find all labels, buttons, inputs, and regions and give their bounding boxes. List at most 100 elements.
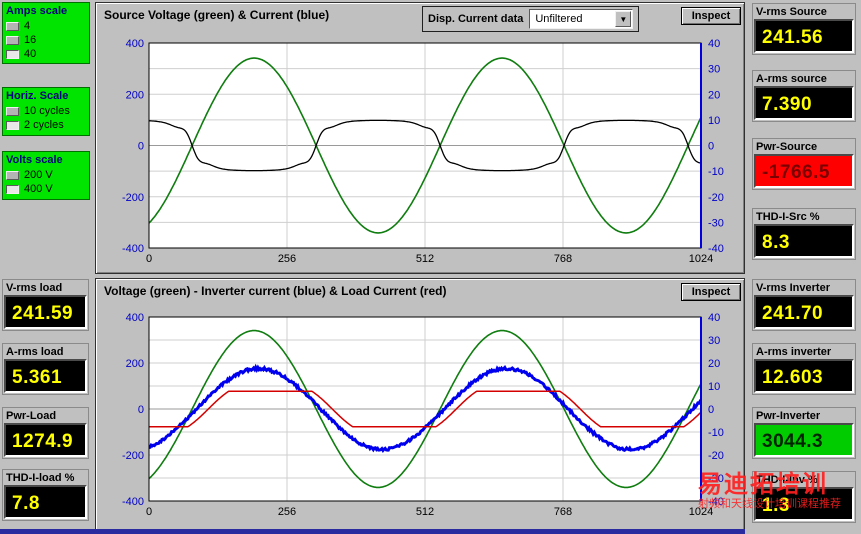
pwr-load-label: Pwr-Load <box>6 410 57 422</box>
svg-text:20: 20 <box>708 89 720 101</box>
v-rms-source-indicator: V-rms Source 241.56 <box>752 3 856 55</box>
thd-i-src-value: 8.3 <box>754 224 854 258</box>
inspect-inverter-button[interactable]: Inspect <box>681 283 741 301</box>
inverter-graph-title: Voltage (green) - Inverter current (blue… <box>104 284 447 298</box>
svg-text:0: 0 <box>146 506 152 518</box>
amps-scale-option-4-radio[interactable] <box>6 21 19 31</box>
svg-text:0: 0 <box>138 404 144 416</box>
v-rms-inverter-indicator: V-rms Inverter 241.70 <box>752 279 856 331</box>
volts-scale-option-400v-radio[interactable] <box>6 184 19 194</box>
svg-text:256: 256 <box>278 506 296 518</box>
horiz-scale-option-2cycles-label: 2 cycles <box>24 119 64 131</box>
pwr-inverter-indicator: Pwr-Inverter 3044.3 <box>752 407 856 459</box>
y-right-tick-labels: 403020100-10-20-30-40 <box>708 38 724 255</box>
pwr-load-value: 1274.9 <box>4 423 87 457</box>
horiz-scale-option-10cycles-label: 10 cycles <box>24 105 70 117</box>
svg-text:512: 512 <box>416 253 434 265</box>
thd-i-load-label: THD-I-load % <box>6 472 75 484</box>
svg-text:-400: -400 <box>122 243 144 255</box>
amps-scale-option-40-radio[interactable] <box>6 49 19 59</box>
thd-i-load-indicator: THD-I-load % 7.8 <box>2 469 89 521</box>
svg-text:0: 0 <box>146 253 152 265</box>
pwr-inverter-value: 3044.3 <box>754 423 854 457</box>
a-rms-source-label: A-rms source <box>756 73 827 85</box>
amps-scale-option-16-label: 16 <box>24 34 37 46</box>
a-rms-source-indicator: A-rms source 7.390 <box>752 70 856 122</box>
svg-text:768: 768 <box>554 253 572 265</box>
svg-text:0: 0 <box>138 141 144 153</box>
svg-text:768: 768 <box>554 506 572 518</box>
volts-scale-option-200v-label: 200 V <box>24 169 53 181</box>
y-right-tick-labels: 403020100-10-20-30-40 <box>708 312 724 508</box>
horiz-scale-title: Horiz. Scale <box>6 90 69 102</box>
horiz-scale-option-2cycles[interactable]: 2 cycles <box>6 118 86 132</box>
svg-text:-10: -10 <box>708 427 724 439</box>
svg-text:200: 200 <box>126 89 144 101</box>
pwr-inverter-label: Pwr-Inverter <box>756 410 821 422</box>
volts-scale-option-200v-radio[interactable] <box>6 170 19 180</box>
horiz-scale-option-10cycles[interactable]: 10 cycles <box>6 104 86 118</box>
horiz-scale-panel: Horiz. Scale 10 cycles 2 cycles <box>2 87 90 136</box>
y-left-tick-labels: 400 200 0 -200 -400 <box>122 312 144 508</box>
svg-text:10: 10 <box>708 115 720 127</box>
svg-text:400: 400 <box>126 312 144 324</box>
svg-text:-400: -400 <box>122 496 144 508</box>
a-rms-inverter-label: A-rms inverter <box>756 346 832 358</box>
svg-text:40: 40 <box>708 312 720 324</box>
amps-scale-option-16[interactable]: 16 <box>6 33 86 47</box>
v-rms-load-indicator: V-rms load 241.59 <box>2 279 89 331</box>
bottom-edge-strip <box>0 529 745 534</box>
svg-text:0: 0 <box>708 141 714 153</box>
svg-text:-30: -30 <box>708 473 724 485</box>
svg-text:10: 10 <box>708 381 720 393</box>
a-rms-inverter-value: 12.603 <box>754 359 854 393</box>
source-graph-panel: Source Voltage (green) & Current (blue) … <box>95 2 745 274</box>
svg-text:20: 20 <box>708 358 720 370</box>
svg-text:400: 400 <box>126 38 144 50</box>
svg-text:256: 256 <box>278 253 296 265</box>
svg-text:30: 30 <box>708 64 720 76</box>
amps-scale-option-4[interactable]: 4 <box>6 19 86 33</box>
chevron-down-icon[interactable]: ▼ <box>615 11 632 27</box>
volts-scale-option-200v[interactable]: 200 V <box>6 168 86 182</box>
inverter-graph: 400 200 0 -200 -400 40 30 20 10 0 -10 -20 -30 -400 256… <box>122 312 724 518</box>
volts-scale-option-400v[interactable]: 400 V <box>6 182 86 196</box>
svg-text:-20: -20 <box>708 450 724 462</box>
thd-i-inv-value: 1.3 <box>754 487 854 521</box>
thd-i-src-indicator: THD-I-Src % 8.3 <box>752 208 856 260</box>
v-rms-inverter-value: 241.70 <box>754 295 854 329</box>
a-rms-load-label: A-rms load <box>6 346 64 358</box>
x-tick-labels: 0 256 512 768 1024 <box>146 253 713 265</box>
horiz-scale-option-10cycles-radio[interactable] <box>6 106 19 116</box>
y-left-tick-labels: 400 200 0 -200 -400 <box>122 38 144 255</box>
pwr-source-indicator: Pwr-Source -1766.5 <box>752 138 856 190</box>
horiz-scale-option-2cycles-radio[interactable] <box>6 120 19 130</box>
a-rms-inverter-indicator: A-rms inverter 12.603 <box>752 343 856 395</box>
amps-scale-option-16-radio[interactable] <box>6 35 19 45</box>
v-rms-inverter-label: V-rms Inverter <box>756 282 830 294</box>
svg-text:-10: -10 <box>708 166 724 178</box>
svg-text:-200: -200 <box>122 192 144 204</box>
x-tick-labels: 0 256 512 768 1024 <box>146 506 713 518</box>
volts-scale-title: Volts scale <box>6 154 63 166</box>
svg-text:40: 40 <box>708 38 720 50</box>
inverter-graph-panel: Voltage (green) - Inverter current (blue… <box>95 278 745 532</box>
source-graph-title: Source Voltage (green) & Current (blue) <box>104 8 330 22</box>
thd-i-src-label: THD-I-Src % <box>756 211 820 223</box>
v-rms-load-value: 241.59 <box>4 295 87 329</box>
disp-current-data-dropdown[interactable]: Unfiltered ▼ <box>529 9 634 29</box>
source-graph: 400 200 0 -200 -400 40 30 20 10 0 -10 -20 -30 -400 256… <box>122 38 724 265</box>
amps-scale-option-40-label: 40 <box>24 48 37 60</box>
amps-scale-option-4-label: 4 <box>24 20 31 32</box>
amps-scale-option-40[interactable]: 40 <box>6 47 86 61</box>
inspect-source-button[interactable]: Inspect <box>681 7 741 25</box>
amps-scale-title: Amps scale <box>6 5 68 17</box>
volts-scale-option-400v-label: 400 V <box>24 183 53 195</box>
power-monitor-app: Amps scale 4 16 40 Horiz. Scale 10 cycle… <box>0 0 861 534</box>
pwr-source-label: Pwr-Source <box>756 141 818 153</box>
v-rms-source-value: 241.56 <box>754 19 854 53</box>
svg-text:-30: -30 <box>708 217 724 229</box>
svg-text:200: 200 <box>126 358 144 370</box>
v-rms-load-label: V-rms load <box>6 282 63 294</box>
a-rms-source-value: 7.390 <box>754 86 854 120</box>
